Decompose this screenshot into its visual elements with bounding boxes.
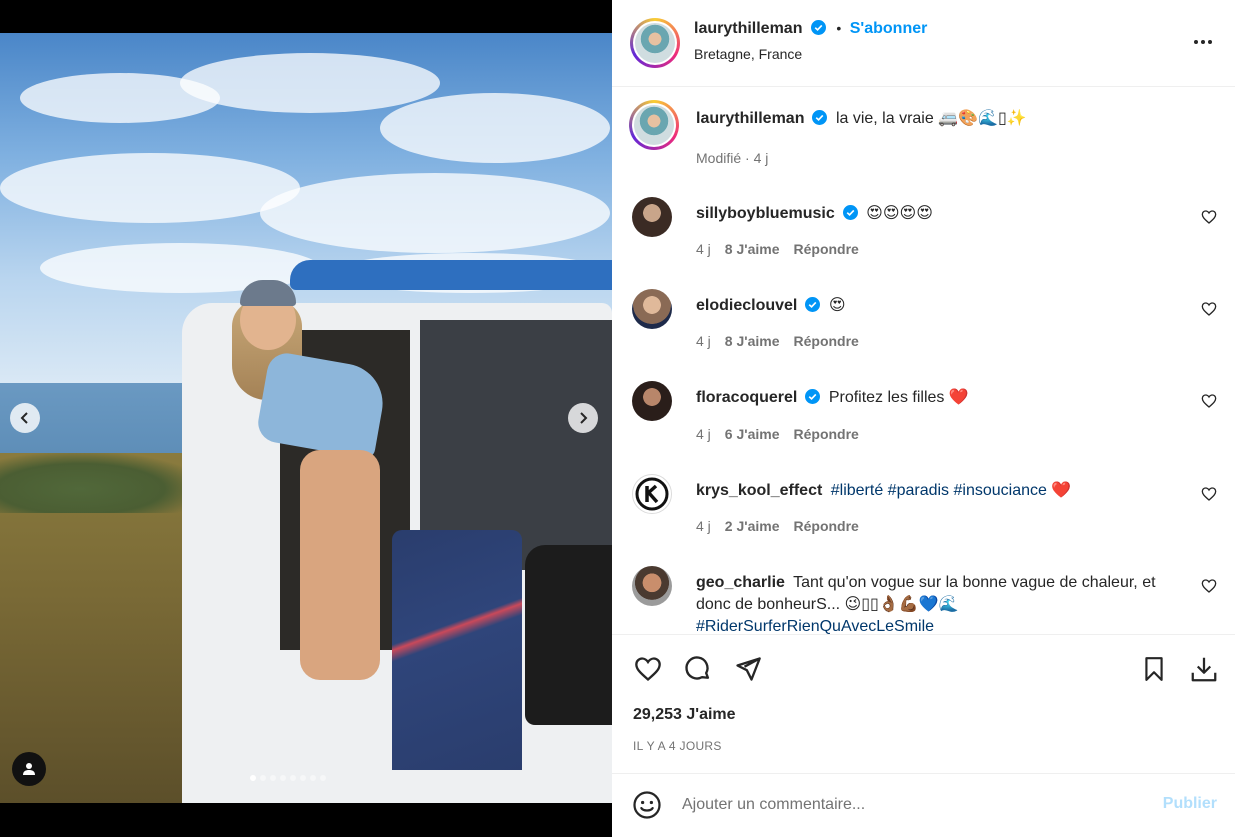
verified-badge-icon: [805, 297, 821, 312]
share-button[interactable]: [732, 653, 764, 685]
commenter-avatar[interactable]: [632, 474, 672, 514]
carousel-dot: [250, 775, 256, 781]
comment-username[interactable]: krys_kool_effect: [696, 482, 822, 499]
carousel-indicator: [250, 775, 326, 781]
heart-icon[interactable]: [1201, 393, 1217, 409]
carousel-dot: [310, 775, 316, 781]
comment-username[interactable]: elodieclouvel: [696, 297, 797, 314]
carousel-dot: [290, 775, 296, 781]
carousel-dot: [270, 775, 276, 781]
comment-age[interactable]: 4 j: [696, 333, 711, 349]
emoji-icon[interactable]: [632, 790, 662, 820]
comment-likes[interactable]: 2 J'aime: [725, 518, 780, 534]
comment-text: 😍: [828, 297, 846, 314]
verified-badge-icon: [812, 110, 828, 125]
heart-icon[interactable]: [1201, 486, 1217, 502]
publish-button[interactable]: Publier: [1163, 795, 1217, 813]
post-photo[interactable]: [0, 33, 612, 803]
comment-username[interactable]: geo_charlie: [696, 574, 785, 591]
comment-hashtags[interactable]: #liberté #paradis #insouciance: [831, 482, 1047, 499]
user-tag-icon: [23, 763, 35, 775]
post-location[interactable]: Bretagne, France: [694, 46, 802, 62]
commenter-avatar[interactable]: [632, 381, 672, 421]
comment-text: ❤️: [1046, 482, 1072, 499]
save-button[interactable]: [1138, 653, 1170, 685]
commenter-avatar[interactable]: [632, 289, 672, 329]
comment-input[interactable]: [682, 793, 1142, 817]
carousel-dot: [320, 775, 326, 781]
comment-likes[interactable]: 6 J'aime: [725, 426, 780, 442]
post-timestamp[interactable]: IL Y A 4 JOURS: [633, 739, 722, 753]
comment-icon: [685, 656, 710, 680]
chevron-right-icon: [580, 412, 588, 424]
author-avatar[interactable]: [630, 18, 680, 68]
caption-text: la vie, la vraie 🚐🎨🌊▯✨: [835, 110, 1027, 127]
heart-icon[interactable]: [1201, 209, 1217, 225]
author-avatar-small[interactable]: [629, 100, 679, 150]
heart-icon[interactable]: [1201, 301, 1217, 317]
k-logo-icon: [635, 477, 669, 511]
reply-button[interactable]: Répondre: [794, 241, 859, 257]
comment-age[interactable]: 4 j: [696, 518, 711, 534]
comment-text: Profitez les filles ❤️: [828, 389, 969, 406]
caption-username[interactable]: laurythilleman: [696, 110, 804, 127]
commenter-avatar[interactable]: [632, 566, 672, 606]
commenter-avatar[interactable]: [632, 197, 672, 237]
verified-badge-icon: [810, 20, 826, 35]
carousel-dot: [280, 775, 286, 781]
separator-dot: •: [836, 20, 842, 36]
tagged-users-button[interactable]: [12, 752, 46, 786]
verified-badge-icon: [842, 205, 858, 220]
likes-count[interactable]: 29,253 J'aime: [633, 706, 736, 724]
reply-button[interactable]: Répondre: [794, 518, 859, 534]
post-media: [0, 0, 612, 837]
carousel-dot: [260, 775, 266, 781]
bookmark-icon: [1145, 657, 1163, 681]
reply-button[interactable]: Répondre: [794, 333, 859, 349]
chevron-left-icon: [20, 412, 28, 424]
comment-username[interactable]: floracoquerel: [696, 389, 797, 406]
comment-likes[interactable]: 8 J'aime: [725, 241, 780, 257]
more-options-button[interactable]: [1191, 30, 1215, 54]
verified-badge-icon: [805, 389, 821, 404]
post-header: laurythilleman • S'abonner Bretagne, Fra…: [612, 0, 1235, 87]
share-icon: [736, 657, 761, 681]
comment-button[interactable]: [682, 653, 714, 685]
comment-username[interactable]: sillyboybluemusic: [696, 205, 835, 222]
comment-composer: Publier: [612, 775, 1235, 837]
comment-age[interactable]: 4 j: [696, 426, 711, 442]
caption-edited-meta: Modifié · 4 j: [696, 150, 769, 166]
follow-button[interactable]: S'abonner: [850, 20, 928, 37]
comment-likes[interactable]: 8 J'aime: [725, 333, 780, 349]
author-username[interactable]: laurythilleman: [694, 20, 802, 37]
next-slide-button[interactable]: [568, 403, 598, 433]
heart-icon: [635, 657, 661, 682]
post-side-panel: laurythilleman • S'abonner Bretagne, Fra…: [612, 0, 1235, 837]
reply-button[interactable]: Répondre: [794, 426, 859, 442]
carousel-dot: [300, 775, 306, 781]
previous-slide-button[interactable]: [10, 403, 40, 433]
comment-hashtags[interactable]: #RiderSurferRienQuAvecLeSmile: [696, 618, 934, 634]
download-button[interactable]: [1188, 653, 1220, 685]
comment-age[interactable]: 4 j: [696, 241, 711, 257]
heart-icon[interactable]: [1201, 578, 1217, 594]
comments-list[interactable]: laurythilleman la vie, la vraie 🚐🎨🌊▯✨ Mo…: [612, 88, 1235, 634]
comment-text: 😍😍😍😍: [866, 205, 933, 222]
download-icon: [1191, 657, 1217, 682]
more-options-icon: [1194, 40, 1198, 44]
like-button[interactable]: [632, 653, 664, 685]
post-actions: 29,253 J'aime IL Y A 4 JOURS: [612, 634, 1235, 774]
